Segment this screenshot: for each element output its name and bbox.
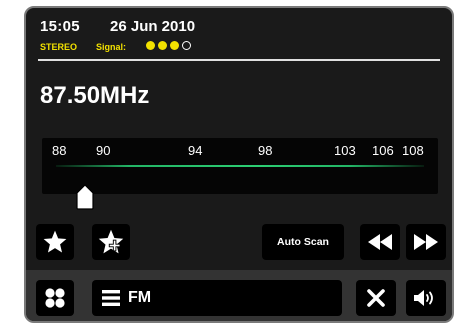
star-plus-icon [97,228,125,256]
scale-label: 90 [96,143,111,158]
scale-label: 103 [334,143,356,158]
volume-icon [413,288,439,308]
star-icon [42,229,68,255]
auto-scan-label: Auto Scan [277,236,329,248]
tuner-scale[interactable]: 88 90 94 98 103 106 108 [42,138,438,194]
frequency-marker[interactable] [76,184,94,210]
mode-selector[interactable]: FM [92,280,342,316]
clock: 15:05 [40,18,80,35]
seek-forward-button[interactable] [406,224,446,260]
status-bar: 15:05 26 Jun 2010 STEREO Signal: [26,8,452,61]
signal-dot [182,41,191,50]
scale-label: 108 [402,143,424,158]
seek-back-button[interactable] [360,224,400,260]
volume-button[interactable] [406,280,446,316]
status-divider [38,59,440,61]
auto-scan-button[interactable]: Auto Scan [262,224,344,260]
menu-button[interactable] [36,280,74,316]
favorite-button[interactable] [36,224,74,260]
stereo-indicator: STEREO [40,42,78,52]
signal-dot [146,41,155,50]
radio-screen: 15:05 26 Jun 2010 STEREO Signal: 87.50MH… [24,6,454,323]
scale-label: 98 [258,143,273,158]
scale-label: 88 [52,143,67,158]
list-icon [102,289,120,307]
rewind-icon [366,232,394,252]
close-icon [367,289,385,307]
scale-label: 106 [372,143,394,158]
signal-dot [158,41,167,50]
close-button[interactable] [356,280,396,316]
date: 26 Jun 2010 [110,18,196,35]
mode-label: FM [128,289,152,306]
tuner-track [56,165,424,167]
signal-strength-indicator [146,41,191,50]
scale-label: 94 [188,143,203,158]
fast-forward-icon [412,232,440,252]
signal-dot [170,41,179,50]
bottom-bar: FM [26,270,452,321]
frequency-display: 87.50MHz [40,82,150,109]
signal-label: Signal: [96,42,127,52]
add-favorite-button[interactable] [92,224,130,260]
grid-icon [44,287,66,309]
